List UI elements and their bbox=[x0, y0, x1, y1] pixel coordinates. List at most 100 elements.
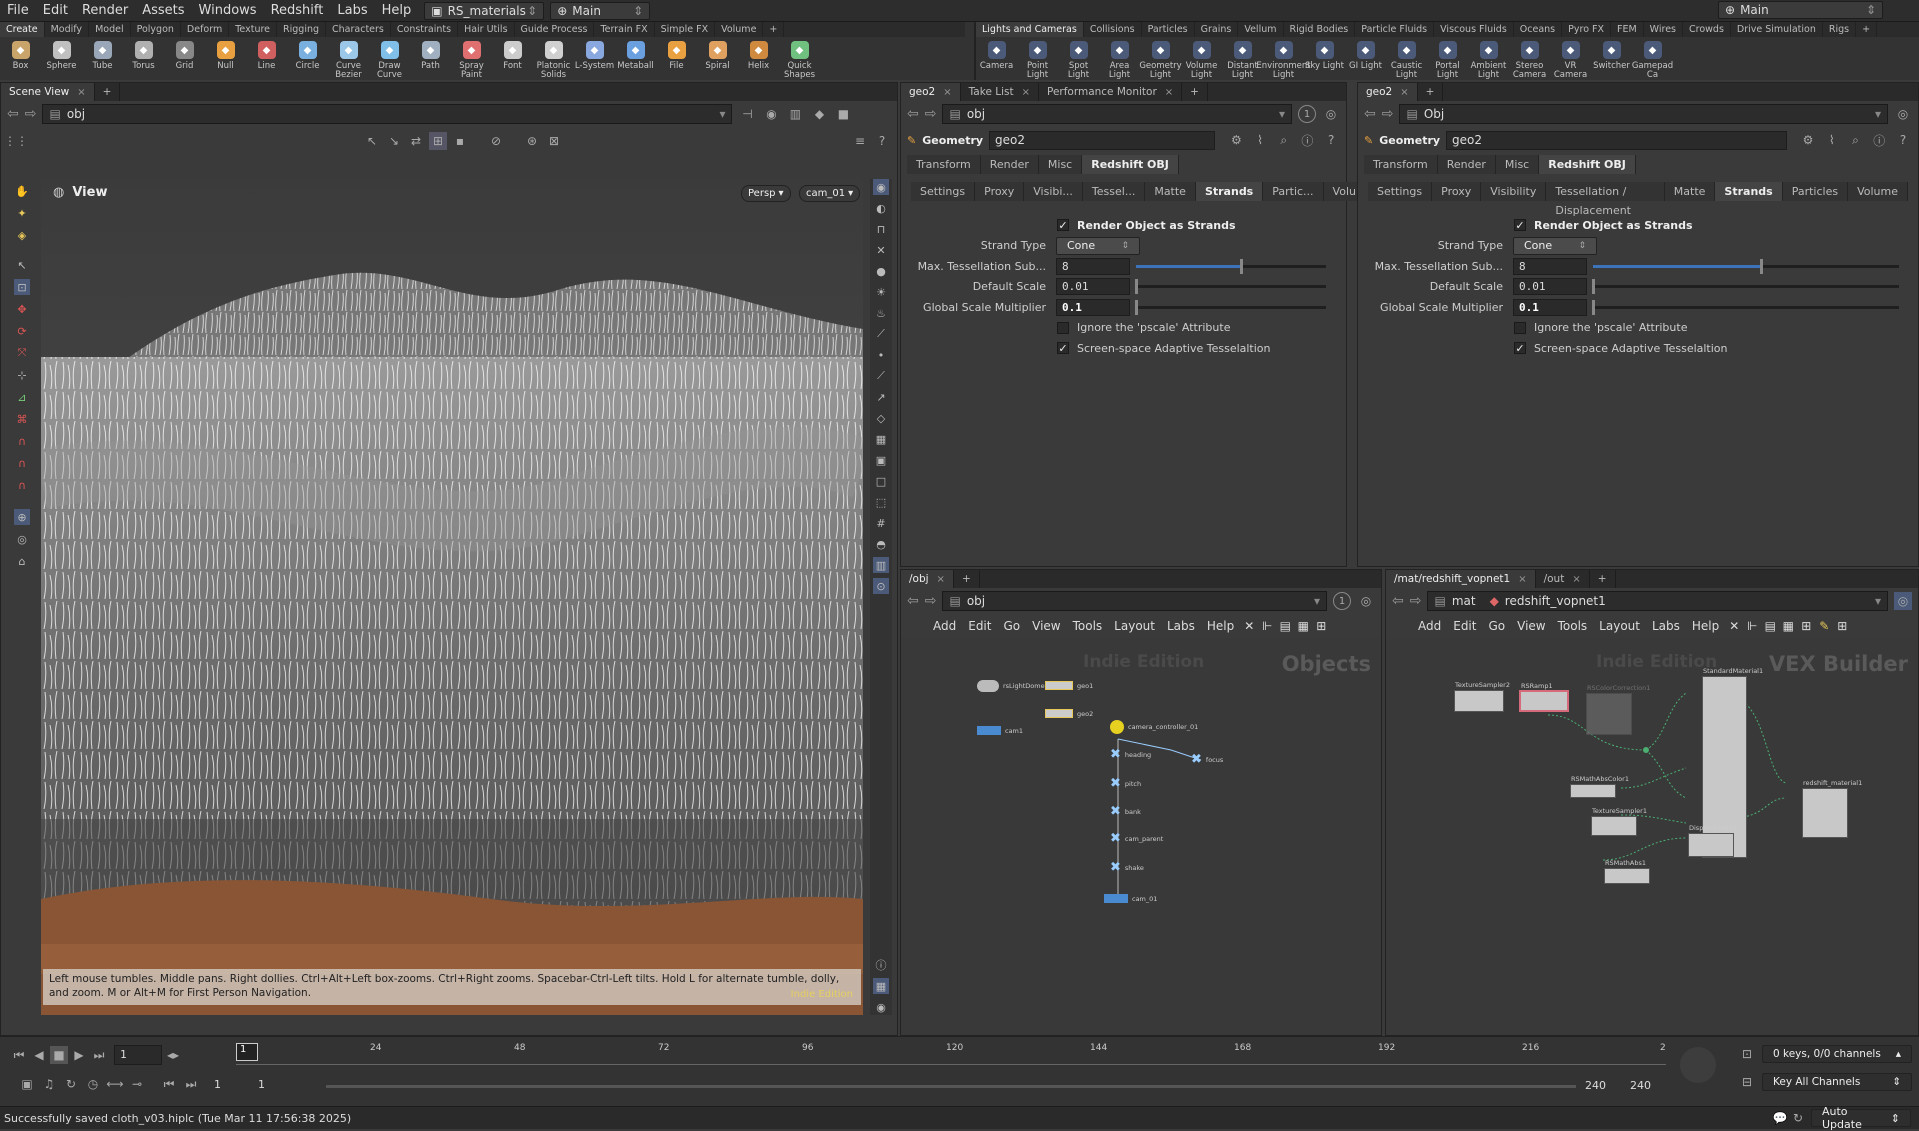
node-texturesampler1[interactable]: TextureSampler1 bbox=[1591, 807, 1647, 836]
shelf-tab-terrain-fx[interactable]: Terrain FX bbox=[594, 22, 655, 37]
add-shelf-tab-button[interactable]: + bbox=[1856, 22, 1878, 37]
tool-circle[interactable]: ◆ Circle bbox=[287, 37, 328, 80]
tab-obj[interactable]: /obj × bbox=[901, 570, 954, 588]
scale-icon[interactable]: ⤧ bbox=[14, 345, 30, 361]
close-icon[interactable]: × bbox=[1518, 574, 1526, 585]
add-tab-button[interactable]: + bbox=[954, 570, 980, 588]
menu-edit[interactable]: Edit bbox=[962, 619, 997, 633]
global-scale-slider[interactable] bbox=[1135, 299, 1326, 315]
node-cam1[interactable]: cam1 bbox=[977, 726, 1023, 735]
tab-misc[interactable]: Misc bbox=[1038, 155, 1083, 174]
back-arrow-icon[interactable]: ⇦ bbox=[907, 593, 919, 609]
current-frame-marker[interactable]: 1 bbox=[236, 1043, 258, 1061]
desktop-selector[interactable]: ⊕ Main ⇕ bbox=[550, 1, 651, 20]
select-objects-icon[interactable]: ⊞ bbox=[429, 132, 447, 150]
add-tab-button[interactable]: + bbox=[95, 83, 121, 101]
strand-type-dropdown[interactable]: Cone ⇕ bbox=[1513, 236, 1597, 255]
tab-particles[interactable]: Particles bbox=[1782, 182, 1849, 201]
key-all-icon[interactable]: ⊟ bbox=[1738, 1073, 1756, 1091]
tab-redshift-obj[interactable]: Redshift OBJ bbox=[1082, 155, 1179, 174]
node-pitch[interactable]: ✖ pitch bbox=[1110, 776, 1141, 791]
tumble-icon[interactable]: ⊕ bbox=[14, 509, 30, 525]
tool-geometry-light[interactable]: ◆ Geometry Light bbox=[1139, 37, 1182, 80]
menu-go[interactable]: Go bbox=[997, 619, 1026, 633]
key-icon[interactable]: ⊡ bbox=[1738, 1045, 1756, 1063]
node-cam-parent[interactable]: ✖ cam_parent bbox=[1110, 831, 1163, 846]
menu-render[interactable]: Render bbox=[75, 0, 135, 22]
tool-tube[interactable]: ◆ Tube bbox=[82, 37, 123, 80]
tab-proxy[interactable]: Proxy bbox=[1432, 182, 1482, 201]
shelf-tab-rigging[interactable]: Rigging bbox=[277, 22, 327, 37]
loop-icon[interactable]: ↻ bbox=[62, 1075, 80, 1093]
tab-strands[interactable]: Strands bbox=[1715, 182, 1783, 201]
vex-network-canvas[interactable]: Indie Edition VEX Builder TextureSampler… bbox=[1386, 638, 1918, 1035]
ignore-pscale-checkbox[interactable] bbox=[1057, 321, 1069, 334]
jump-start-icon[interactable]: ⏮ bbox=[10, 1046, 28, 1064]
select-prims-icon[interactable]: ▪ bbox=[451, 132, 469, 150]
tab-matte[interactable]: Matte bbox=[1664, 182, 1716, 201]
tool-helix[interactable]: ◆ Helix bbox=[738, 37, 779, 80]
net-right-path-field[interactable]: ▤ mat ◆ redshift_vopnet1 ▾ bbox=[1427, 591, 1888, 611]
tool-volume-light[interactable]: ◆ Volume Light bbox=[1181, 37, 1222, 80]
xray-icon[interactable]: ✕ bbox=[873, 242, 889, 258]
tool-quick-shapes[interactable]: ◆ Quick Shapes bbox=[779, 37, 820, 80]
select-points-icon[interactable]: ↘ bbox=[385, 132, 403, 150]
gear-icon[interactable]: ⚙ bbox=[1227, 131, 1245, 149]
shelf-tab-volume[interactable]: Volume bbox=[715, 22, 764, 37]
view-icon[interactable]: ◓ bbox=[873, 536, 889, 552]
badge-icon[interactable]: ⊞ bbox=[1797, 617, 1815, 635]
tab-transform[interactable]: Transform bbox=[907, 155, 981, 174]
node-texturesampler2[interactable]: TextureSampler2 bbox=[1454, 681, 1510, 712]
menu-windows[interactable]: Windows bbox=[192, 0, 264, 22]
menu-layout[interactable]: Layout bbox=[1593, 619, 1646, 633]
eye-icon[interactable]: ◉ bbox=[873, 999, 889, 1015]
tab-out[interactable]: /out × bbox=[1536, 570, 1590, 588]
persp-dropdown[interactable]: Persp ▾ bbox=[741, 185, 791, 202]
ghost-icon[interactable]: ◐ bbox=[873, 200, 889, 216]
color-icon[interactable]: ▦ bbox=[1294, 617, 1312, 635]
texture-icon[interactable]: ▦ bbox=[873, 431, 889, 447]
timeline-ruler[interactable]: 1 24 48 72 96 120 144 168 192 216 2 bbox=[236, 1043, 1666, 1065]
tool-environment-light[interactable]: ◆ Environment Light bbox=[1256, 37, 1311, 80]
max-tess-slider[interactable] bbox=[1136, 258, 1326, 274]
jump-next-key-icon[interactable]: ⏭ bbox=[182, 1075, 200, 1093]
node-rsramp1[interactable]: RSRamp1 bbox=[1519, 682, 1569, 712]
help-icon[interactable]: ? bbox=[873, 132, 891, 150]
search-icon[interactable]: ⌕ bbox=[1847, 131, 1865, 149]
key-all-channels-dropdown[interactable]: Key All Channels ⇕ bbox=[1762, 1073, 1912, 1091]
param-right-path-field[interactable]: ▤ Obj ▾ bbox=[1399, 104, 1888, 124]
lock-camera-icon[interactable]: ⊓ bbox=[873, 221, 889, 237]
transform-icon[interactable]: ⊹ bbox=[14, 367, 30, 383]
tool-null[interactable]: ◆ Null bbox=[205, 37, 246, 80]
tab-visibi[interactable]: Visibi... bbox=[1024, 182, 1083, 201]
screen-space-checkbox[interactable]: ✓ bbox=[1057, 342, 1069, 355]
select-icon[interactable]: ↖ bbox=[363, 132, 381, 150]
node-geo1[interactable]: geo1 bbox=[1045, 681, 1093, 690]
rotate-icon[interactable]: ⟳ bbox=[14, 323, 30, 339]
tab-performance-monitor[interactable]: Performance Monitor × bbox=[1039, 83, 1183, 101]
tool-area-light[interactable]: ◆ Area Light bbox=[1099, 37, 1140, 80]
desktop-selector-right[interactable]: ⊕ Main ⇕ bbox=[1718, 1, 1883, 19]
lamp-icon[interactable]: ♨ bbox=[873, 305, 889, 321]
start-frame-2[interactable]: 1 bbox=[258, 1078, 298, 1091]
pin-number-icon[interactable]: 1 bbox=[1298, 105, 1316, 123]
pointer-icon[interactable]: ↖ bbox=[14, 257, 30, 273]
pin-view-icon[interactable]: ⊙ bbox=[873, 578, 889, 594]
tool-platonic-solids[interactable]: ◆ Platonic Solids bbox=[533, 37, 574, 80]
node-displacement1[interactable]: Displacement1 bbox=[1688, 824, 1738, 857]
link-icon[interactable]: ◎ bbox=[1894, 105, 1912, 123]
default-scale-slider[interactable] bbox=[1592, 279, 1899, 294]
node-rsmathabscolor1[interactable]: RSMathAbsColor1 bbox=[1570, 775, 1629, 798]
menu-help[interactable]: Help bbox=[375, 0, 419, 22]
menu-tools[interactable]: Tools bbox=[1067, 619, 1109, 633]
menu-edit[interactable]: Edit bbox=[36, 0, 75, 22]
menu-redshift[interactable]: Redshift bbox=[264, 0, 331, 22]
pin-number-icon[interactable]: 1 bbox=[1333, 592, 1351, 610]
render-region-icon[interactable]: ⌂ bbox=[14, 553, 30, 569]
forward-arrow-icon[interactable]: ⇨ bbox=[925, 593, 937, 609]
background-icon[interactable]: ▥ bbox=[873, 557, 889, 573]
tab-scene-view[interactable]: Scene View × bbox=[1, 83, 95, 101]
menu-go[interactable]: Go bbox=[1482, 619, 1511, 633]
bone-icon[interactable]: ⟋ bbox=[873, 326, 889, 342]
tab-tessel[interactable]: Tessel... bbox=[1082, 182, 1146, 201]
